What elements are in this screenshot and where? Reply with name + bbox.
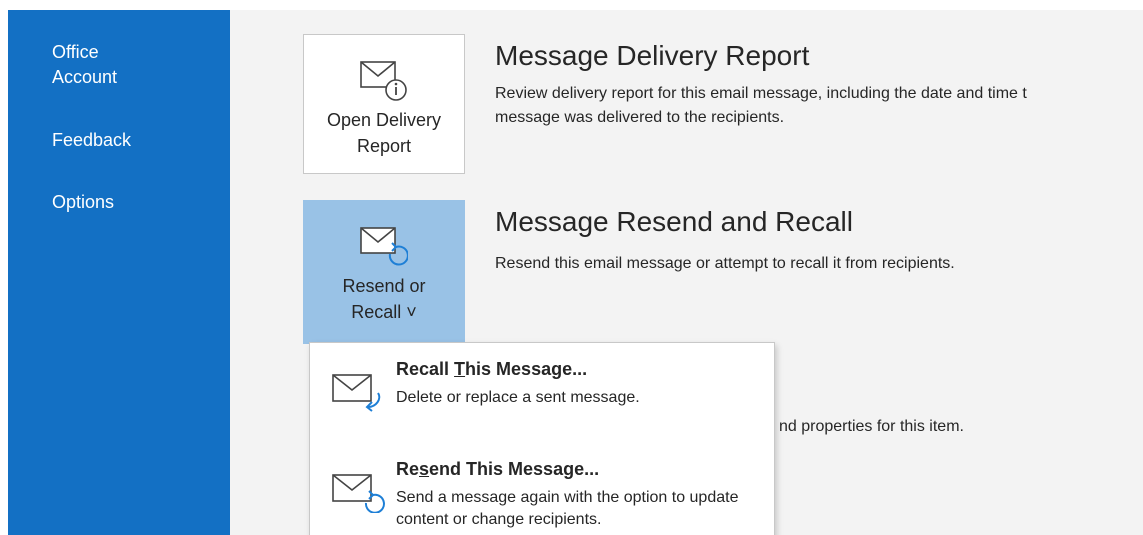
sidebar-item-office-account[interactable]: Office Account bbox=[52, 40, 202, 90]
backstage-sidebar: Office Account Feedback Options bbox=[8, 10, 230, 535]
sidebar-item-feedback[interactable]: Feedback bbox=[52, 128, 131, 153]
resend-description: Send a message again with the option to … bbox=[396, 489, 739, 528]
resend-recall-description: Resend this email message or attempt to … bbox=[495, 255, 955, 272]
left-strip bbox=[0, 0, 8, 535]
open-delivery-report-label: Open Delivery Report bbox=[326, 110, 442, 156]
open-delivery-report-button[interactable]: Open Delivery Report bbox=[303, 34, 465, 174]
delivery-report-title: Message Delivery Report bbox=[495, 40, 810, 71]
properties-description: nd properties for this item. bbox=[779, 418, 964, 435]
sidebar-item-options[interactable]: Options bbox=[52, 190, 114, 215]
resend-or-recall-button[interactable]: Resend or Recall ˅ bbox=[303, 200, 465, 344]
outlook-backstage: Office Account Feedback Options Open Del… bbox=[0, 0, 1143, 535]
menu-item-resend-this-message[interactable]: Resend This Message... Send a message ag… bbox=[310, 451, 774, 535]
envelope-refresh-icon bbox=[332, 474, 385, 513]
recall-title: Recall This Message... bbox=[396, 359, 588, 379]
resend-or-recall-label: Resend or Recall ˅ bbox=[342, 276, 426, 322]
menu-item-recall-this-message[interactable]: Recall This Message... Delete or replace… bbox=[310, 351, 774, 435]
envelope-info-icon bbox=[360, 61, 407, 101]
top-strip bbox=[0, 0, 1143, 10]
envelope-curved-arrow-icon bbox=[332, 374, 381, 412]
resend-title: Resend This Message... bbox=[396, 459, 600, 479]
delivery-report-description: Review delivery report for this email me… bbox=[495, 85, 1027, 126]
envelope-recall-icon bbox=[360, 227, 408, 266]
resend-recall-dropdown: Recall This Message... Delete or replace… bbox=[309, 342, 775, 535]
resend-recall-title: Message Resend and Recall bbox=[495, 206, 853, 237]
recall-description: Delete or replace a sent message. bbox=[396, 389, 640, 406]
